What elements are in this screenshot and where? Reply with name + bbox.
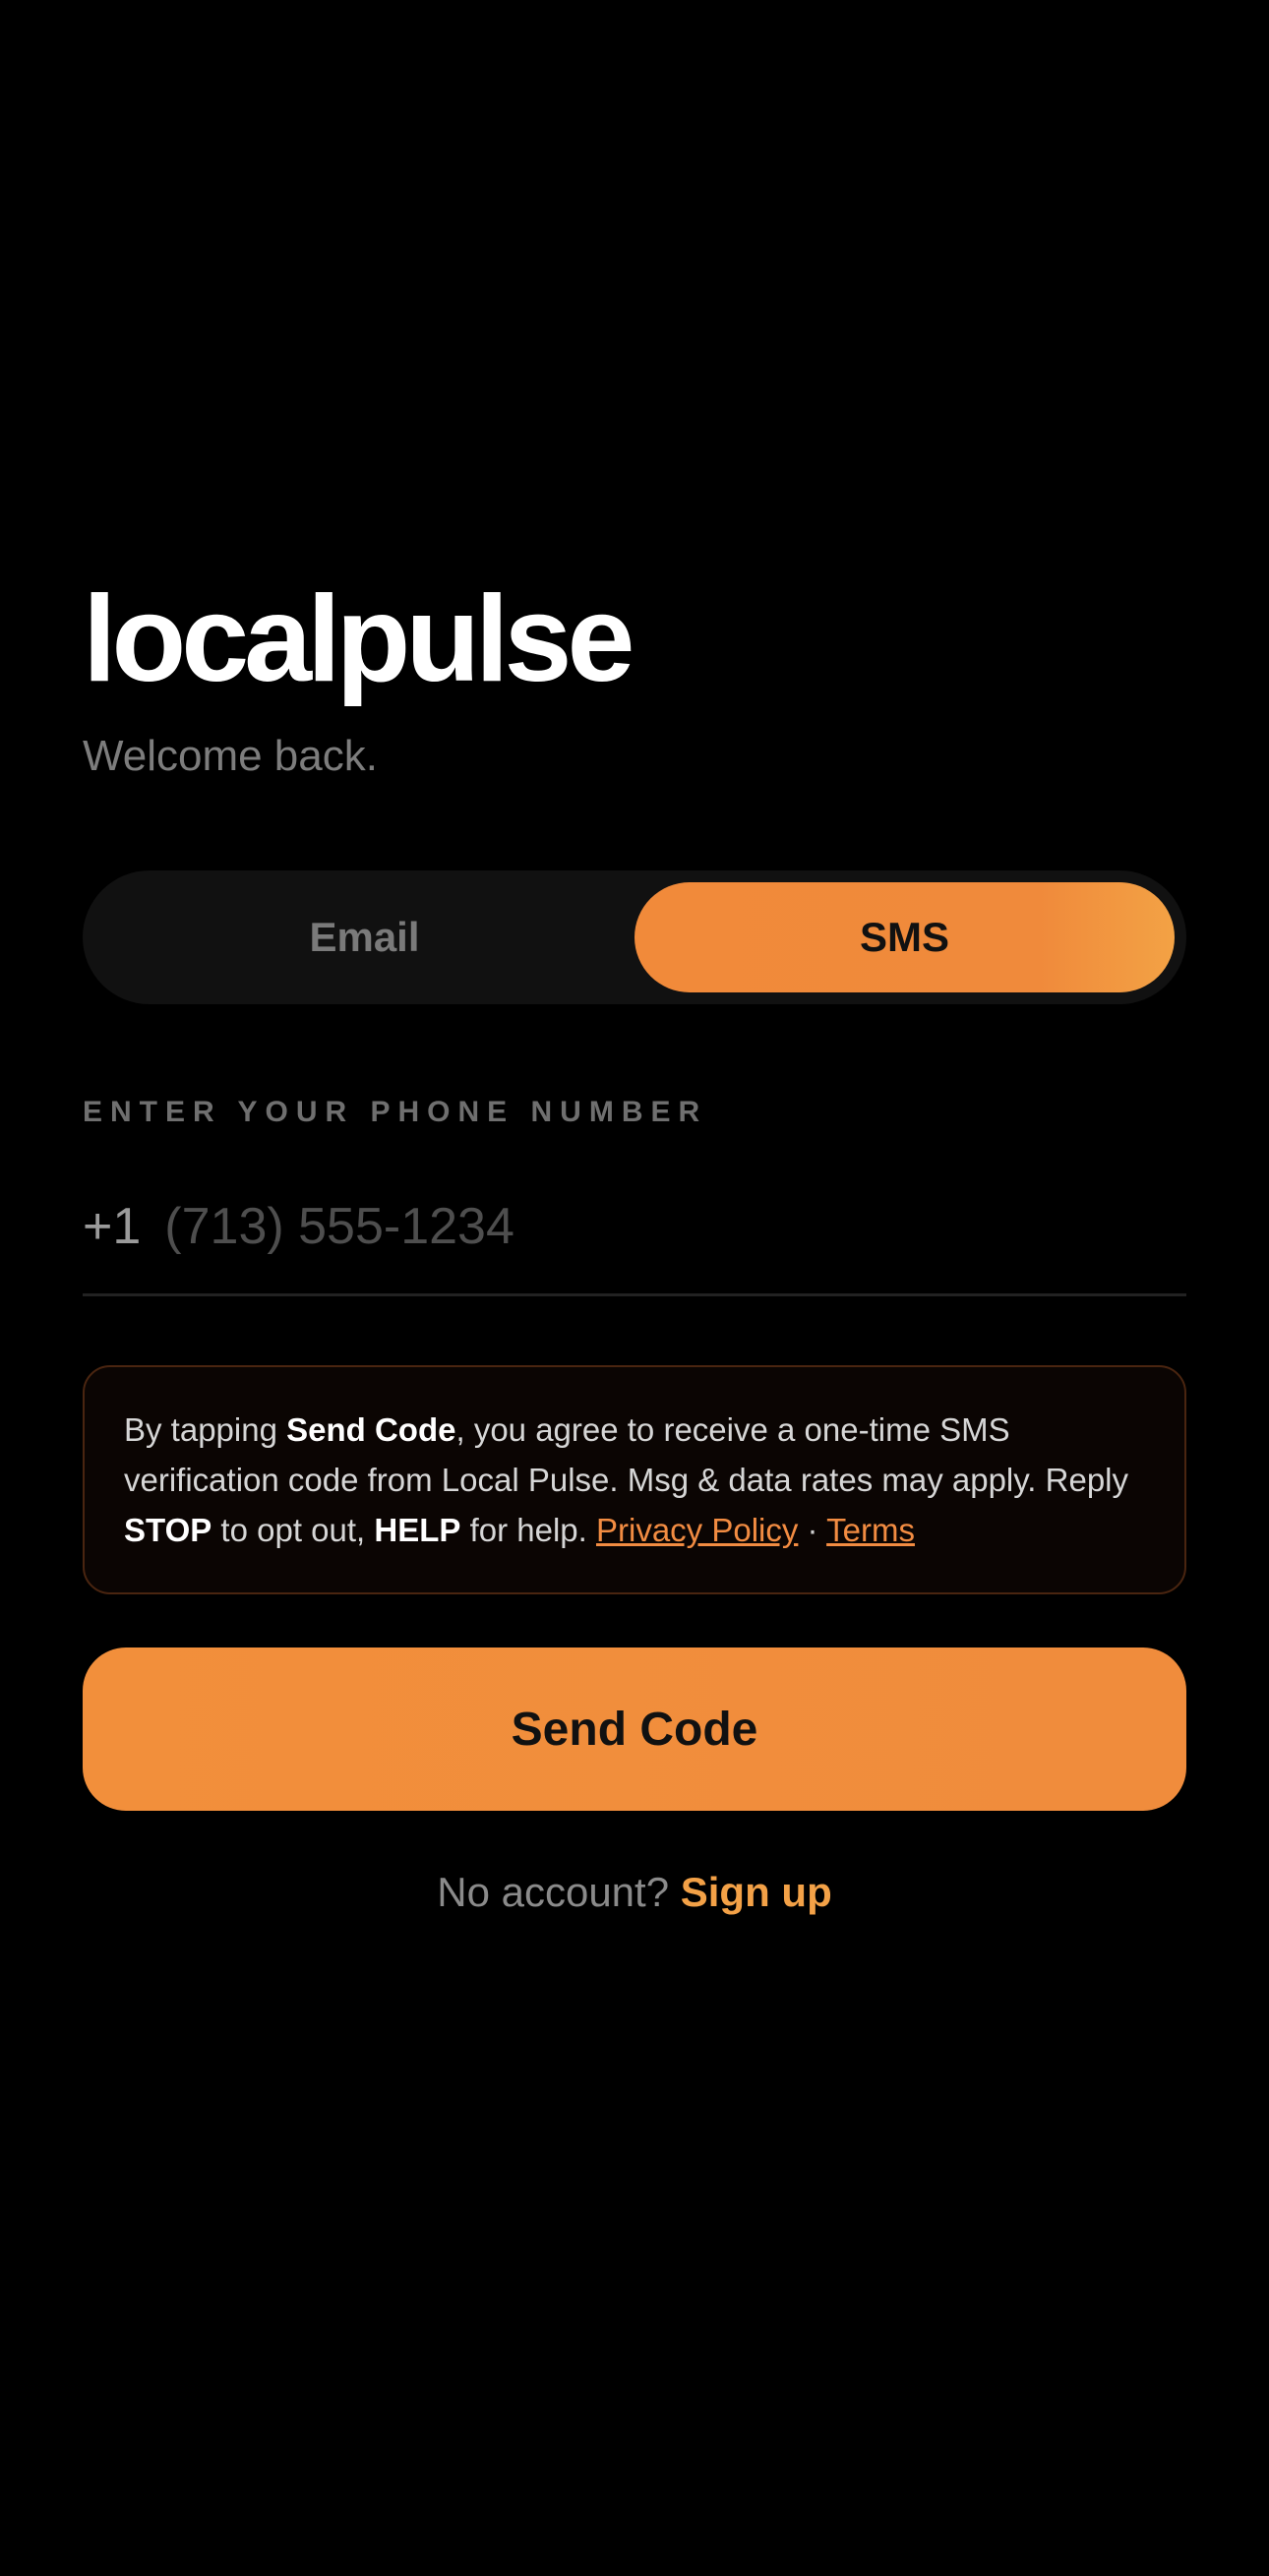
country-code[interactable]: +1: [83, 1197, 141, 1256]
consent-bold-stop: STOP: [124, 1512, 212, 1548]
terms-link[interactable]: Terms: [826, 1512, 915, 1548]
consent-text: to opt out,: [212, 1512, 375, 1548]
sign-up-link[interactable]: Sign up: [681, 1869, 832, 1915]
send-code-button[interactable]: Send Code: [83, 1647, 1186, 1811]
sms-consent-notice: By tapping Send Code, you agree to recei…: [83, 1365, 1186, 1594]
consent-text: By tapping: [124, 1411, 287, 1448]
consent-bold-send-code: Send Code: [286, 1411, 456, 1448]
signup-prompt: No account? Sign up: [83, 1868, 1186, 1917]
privacy-policy-link[interactable]: Privacy Policy: [596, 1512, 798, 1548]
consent-bold-help: HELP: [374, 1512, 461, 1548]
phone-input-underline: [83, 1293, 1186, 1296]
phone-field-label: ENTER YOUR PHONE NUMBER: [83, 1096, 708, 1128]
consent-text: for help.: [460, 1512, 596, 1548]
phone-input[interactable]: [164, 1195, 1186, 1258]
tab-sms[interactable]: SMS: [634, 882, 1175, 992]
link-separator: ·: [798, 1512, 827, 1548]
welcome-subtitle: Welcome back.: [83, 732, 378, 780]
login-content: localpulse Welcome back. Email SMS ENTER…: [83, 575, 1186, 1917]
login-screen: localpulse Welcome back. Email SMS ENTER…: [0, 0, 1269, 2576]
app-logo-wordmark: localpulse: [83, 571, 634, 707]
auth-mode-toggle: Email SMS: [83, 870, 1186, 1004]
signup-prompt-text: No account?: [437, 1869, 670, 1915]
phone-input-row: +1: [83, 1195, 1186, 1258]
tab-email[interactable]: Email: [94, 882, 634, 992]
